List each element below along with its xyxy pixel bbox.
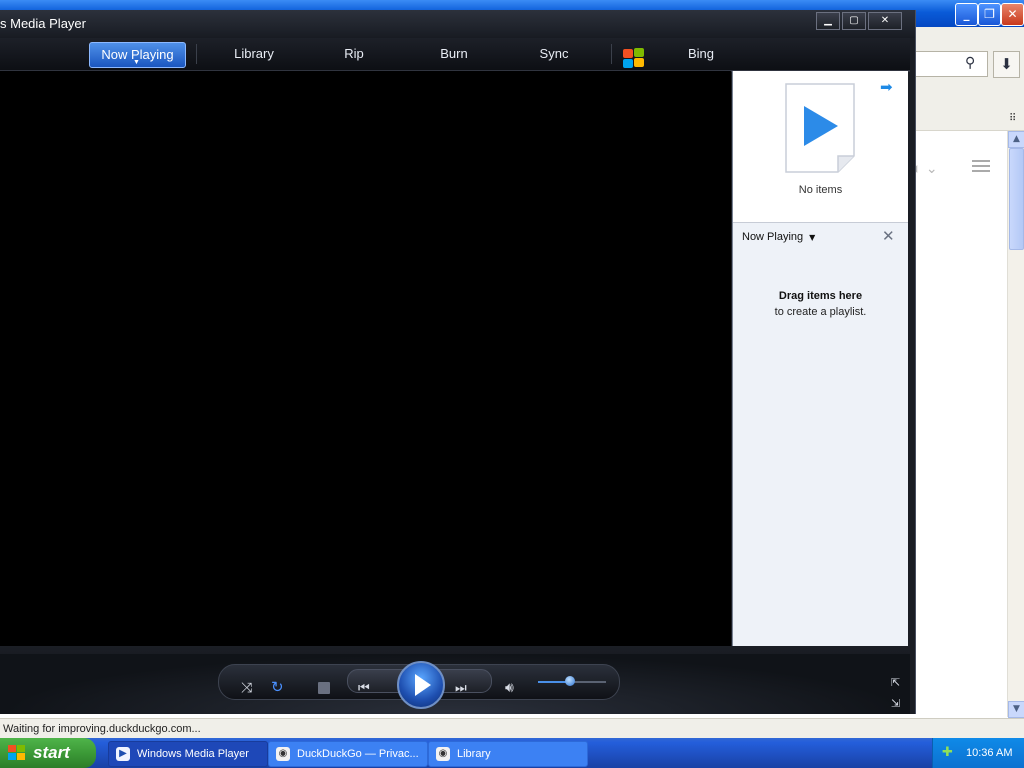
chevron-down-icon: ▼ — [809, 233, 816, 242]
taskbar: start ▶ Windows Media Player ◉ DuckDuckG… — [0, 738, 1024, 768]
download-icon[interactable]: ⬇ — [993, 51, 1020, 78]
restore-button[interactable]: ❐ — [978, 3, 1001, 26]
media-player-window: s Media Player ▁ ▢ ✕ Now Playing ▼ Libra… — [0, 10, 916, 714]
no-items-label: No items — [798, 184, 843, 196]
arrow-right-icon[interactable]: ➡ — [880, 78, 893, 96]
status-text: Waiting for improving.duckduckgo.com... — [3, 723, 201, 735]
network-icon[interactable]: ✚ — [942, 745, 958, 761]
navigation-tabs: Now Playing ▼ Library Rip Burn Sync Bing — [0, 38, 910, 72]
scroll-thumb[interactable] — [1009, 148, 1024, 250]
windows-logo-icon[interactable] — [622, 48, 646, 70]
play-icon — [415, 674, 431, 696]
next-icon[interactable]: ⏭ — [455, 681, 467, 696]
shuffle-icon[interactable]: ⤨ — [241, 680, 252, 696]
previous-icon[interactable]: ⏮ — [358, 681, 370, 696]
tab-separator — [611, 44, 612, 64]
play-button[interactable] — [397, 661, 445, 709]
window-title: s Media Player — [0, 16, 86, 31]
maximize-button[interactable]: ▢ — [842, 12, 866, 30]
speaker-icon[interactable]: 🔈︎ ⌄ — [913, 161, 938, 177]
taskbar-item-media-player[interactable]: ▶ Windows Media Player — [108, 741, 268, 767]
now-playing-dropdown[interactable]: Now Playing ▼ — [742, 231, 815, 243]
duckduckgo-icon: ◉ — [276, 747, 290, 761]
volume-knob[interactable] — [565, 676, 575, 686]
search-icon[interactable]: ⚲ — [965, 56, 979, 70]
page-content — [912, 131, 1008, 717]
windows-flag-icon — [8, 745, 26, 761]
now-playing-dropdown-label: Now Playing — [742, 231, 804, 243]
taskbar-item-duckduckgo[interactable]: ◉ DuckDuckGo — Privac... — [268, 741, 428, 767]
clock[interactable]: 10:36 AM — [966, 738, 1012, 768]
tab-separator — [196, 44, 197, 64]
list-pane-header: ➡ No items — [733, 71, 908, 223]
system-tray: ✚ 10:36 AM — [932, 738, 1024, 768]
clear-list-icon[interactable]: ✕ — [882, 227, 895, 245]
duckduckgo-icon: ◉ — [436, 747, 450, 761]
taskbar-item-library[interactable]: ◉ Library — [428, 741, 588, 767]
volume-icon[interactable]: 🔊︎ — [505, 680, 514, 696]
close-button[interactable]: ✕ — [868, 12, 902, 30]
minimize-button[interactable]: _ — [955, 3, 978, 26]
drag-items-title: Drag items here — [778, 290, 863, 302]
media-file-icon — [785, 83, 855, 173]
grid-icon[interactable]: ⠿ — [1009, 113, 1016, 124]
menu-icon[interactable] — [972, 160, 990, 174]
tab-bing[interactable]: Bing — [663, 42, 739, 66]
media-player-title-bar: s Media Player ▁ ▢ ✕ — [0, 10, 915, 38]
browser-status-bar: Waiting for improving.duckduckgo.com... — [0, 718, 1024, 739]
start-button[interactable]: start — [0, 738, 96, 768]
drag-items-subtitle: to create a playlist. — [774, 306, 867, 318]
taskbar-item-label: DuckDuckGo — Privac... — [297, 748, 419, 760]
minimize-button[interactable]: ▁ — [816, 12, 840, 30]
tab-rip[interactable]: Rip — [316, 42, 392, 66]
tab-sync[interactable]: Sync — [516, 42, 592, 66]
taskbar-item-label: Library — [457, 748, 491, 760]
stop-icon[interactable] — [318, 682, 330, 694]
video-area[interactable] — [0, 71, 731, 646]
scroll-up-arrow[interactable]: ▲ — [1008, 131, 1024, 148]
switch-to-skin-icon[interactable]: ⇱ — [891, 676, 900, 689]
chevron-down-icon: ▼ — [133, 59, 140, 66]
scroll-down-arrow[interactable]: ▼ — [1008, 701, 1024, 718]
tab-burn[interactable]: Burn — [416, 42, 492, 66]
wmp-icon: ▶ — [116, 747, 130, 761]
playback-controls-bar: ⤨ ↻ ⏮ ⏭ 🔊︎ ⇱ ⇲ — [0, 646, 910, 714]
taskbar-item-label: Windows Media Player — [137, 748, 249, 760]
start-label: start — [33, 743, 70, 762]
list-pane: ➡ No items Now Playing ▼ ✕ Drag items her… — [732, 71, 908, 646]
close-button[interactable]: ✕ — [1001, 3, 1024, 26]
repeat-icon[interactable]: ↻ — [271, 678, 284, 696]
full-screen-icon[interactable]: ⇲ — [891, 697, 900, 710]
tab-library[interactable]: Library — [216, 42, 292, 66]
